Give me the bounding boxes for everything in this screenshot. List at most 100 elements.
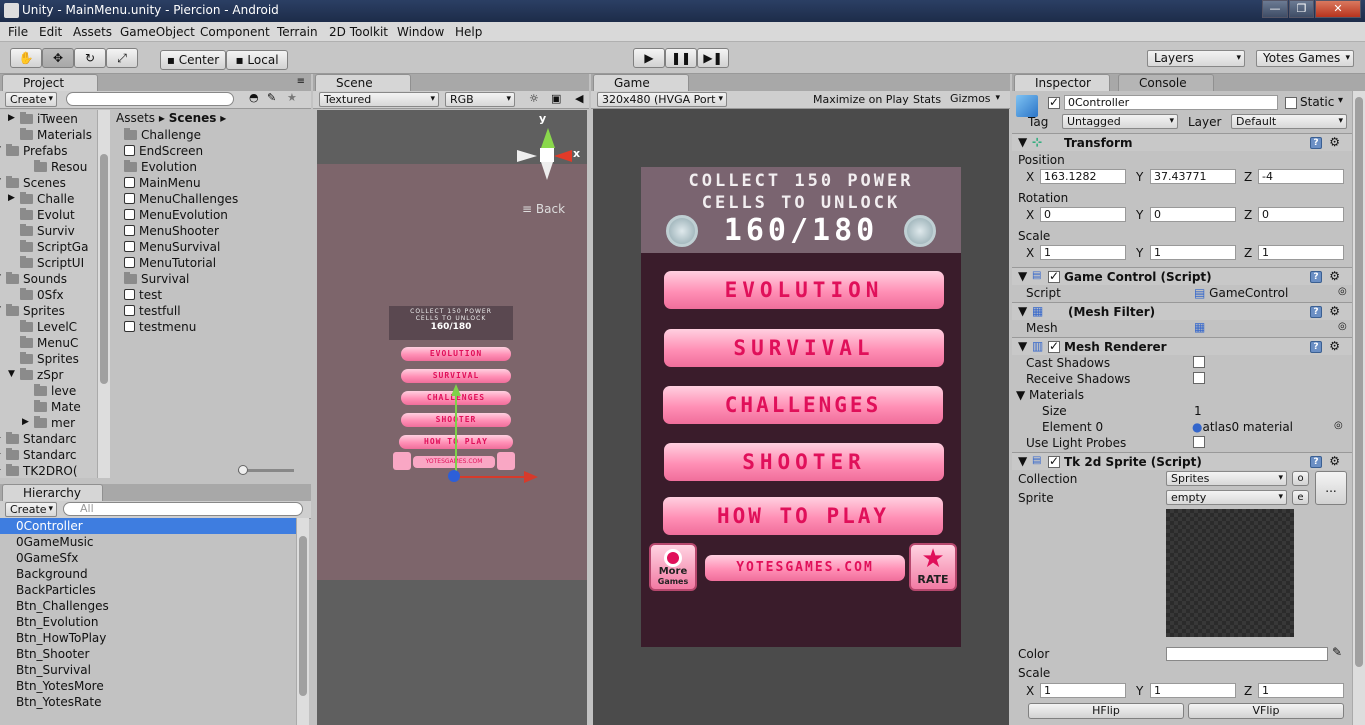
foldout-arrow-icon[interactable]: ▼: [0, 177, 1, 187]
project-folder-item[interactable]: MenuC: [20, 336, 78, 350]
collection-o-button[interactable]: o: [1292, 471, 1309, 486]
hierarchy-item[interactable]: 0GameSfx: [0, 550, 296, 566]
scene-move-z-handle[interactable]: [448, 470, 460, 482]
vflip-button[interactable]: VFlip: [1188, 703, 1344, 719]
object-picker-icon[interactable]: ◎: [1338, 286, 1347, 297]
layers-dropdown[interactable]: Layers: [1147, 50, 1245, 67]
help-icon[interactable]: ?: [1310, 341, 1322, 353]
project-folder-item[interactable]: leve: [34, 384, 76, 398]
vector-field-x[interactable]: 0: [1040, 207, 1126, 222]
how-to-play-button[interactable]: HOW TO PLAY: [663, 497, 943, 535]
active-checkbox[interactable]: [1048, 95, 1060, 109]
scene-gizmo-x-arrow[interactable]: [554, 150, 572, 162]
hierarchy-item[interactable]: Btn_HowToPlay: [0, 630, 296, 646]
maximize-on-play-toggle[interactable]: Maximize on Play: [813, 93, 909, 106]
static-checkbox[interactable]: [1285, 97, 1297, 109]
scene-move-y-handle[interactable]: [455, 392, 457, 476]
project-folder-item[interactable]: Evolut: [20, 208, 75, 222]
shooter-button[interactable]: SHOOTER: [664, 443, 944, 481]
move-tool-icon[interactable]: ✥: [42, 48, 74, 68]
project-file-item[interactable]: MainMenu: [124, 176, 201, 190]
sprite-browse-button[interactable]: ...: [1315, 471, 1347, 505]
vector-field-z[interactable]: 1: [1258, 245, 1344, 260]
stats-toggle[interactable]: Stats: [913, 93, 941, 106]
project-create-dropdown[interactable]: Create: [5, 92, 57, 107]
object-picker-icon[interactable]: ◎: [1334, 420, 1343, 431]
tab-scene[interactable]: Scene: [315, 74, 411, 91]
render-mode-dropdown[interactable]: RGB: [445, 92, 515, 107]
tab-console[interactable]: Console: [1118, 74, 1214, 91]
light-probes-checkbox[interactable]: [1193, 436, 1205, 448]
project-file-item[interactable]: Survival: [124, 272, 189, 286]
mesh-renderer-enabled-checkbox[interactable]: [1048, 339, 1060, 353]
help-icon[interactable]: ?: [1310, 137, 1322, 149]
maximize-button[interactable]: ❐: [1289, 0, 1314, 18]
scene-viewport[interactable]: y x ≡ Back COLLECT 150 POWER CELLS TO UN…: [317, 110, 587, 725]
project-folder-item[interactable]: ScriptUI: [20, 256, 84, 270]
pivot-center-button[interactable]: ▪ Center: [160, 50, 226, 70]
inspector-scrollbar[interactable]: [1352, 91, 1365, 725]
project-folder-item[interactable]: Materials: [20, 128, 92, 142]
project-folder-item[interactable]: Mate: [34, 400, 81, 414]
rotate-tool-icon[interactable]: ↻: [74, 48, 106, 68]
scene-gizmo-y-arrow[interactable]: [541, 128, 555, 148]
project-file-item[interactable]: MenuTutorial: [124, 256, 216, 270]
hand-tool-icon[interactable]: ✋: [10, 48, 42, 68]
hflip-button[interactable]: HFlip: [1028, 703, 1184, 719]
survival-button[interactable]: SURVIVAL: [664, 329, 944, 367]
scene-gizmo-neg-x[interactable]: [517, 150, 537, 162]
scene-gizmo-center[interactable]: [540, 148, 554, 162]
panel-menu-icon[interactable]: ≡: [297, 76, 305, 87]
project-file-item[interactable]: MenuSurvival: [124, 240, 220, 254]
cast-shadows-checkbox[interactable]: [1193, 356, 1205, 368]
vector-field-z[interactable]: 0: [1258, 207, 1344, 222]
hierarchy-item[interactable]: Background: [0, 566, 296, 582]
gear-icon[interactable]: ⚙: [1329, 304, 1340, 318]
hierarchy-item[interactable]: Btn_YotesMore: [0, 678, 296, 694]
scale-tool-icon[interactable]: ⤢: [106, 48, 138, 68]
icon-size-slider[interactable]: [238, 465, 294, 475]
foldout-arrow-icon[interactable]: ▼: [0, 305, 1, 315]
vector-field-y[interactable]: 1: [1150, 245, 1236, 260]
project-tree-scrollbar[interactable]: [97, 110, 110, 478]
pivot-local-button[interactable]: ▪ Local: [226, 50, 288, 70]
project-file-item[interactable]: MenuShooter: [124, 224, 219, 238]
tab-game[interactable]: Game: [593, 74, 689, 91]
help-icon[interactable]: ?: [1310, 271, 1322, 283]
project-folder-item[interactable]: 0Sfx: [20, 288, 64, 302]
breadcrumb-scenes[interactable]: Scenes: [169, 111, 217, 125]
help-icon[interactable]: ?: [1310, 456, 1322, 468]
yotesgames-site-button[interactable]: YOTESGAMES.COM: [705, 555, 905, 581]
vector-field-z[interactable]: -4: [1258, 169, 1344, 184]
project-folder-item[interactable]: ▶ iTween: [8, 112, 78, 126]
vector-field-x[interactable]: 1: [1040, 245, 1126, 260]
help-icon[interactable]: ?: [1310, 306, 1322, 318]
project-file-item[interactable]: testmenu: [124, 320, 196, 334]
more-games-button[interactable]: More Games: [649, 543, 697, 591]
menu-terrain[interactable]: Terrain: [277, 25, 318, 39]
collection-dropdown[interactable]: Sprites: [1166, 471, 1287, 486]
gameobject-name-input[interactable]: 0Controller: [1064, 95, 1278, 110]
project-search-input[interactable]: [66, 92, 234, 106]
scene-gizmo-neg-y[interactable]: [541, 162, 553, 180]
element-0-field[interactable]: ●atlas0 material: [1192, 420, 1293, 434]
project-folder-item[interactable]: ▼ Sounds: [0, 272, 67, 286]
static-dropdown-icon[interactable]: ▾: [1338, 95, 1343, 106]
scene-move-y-arrow[interactable]: [451, 384, 461, 396]
tab-hierarchy[interactable]: Hierarchy: [2, 484, 103, 501]
materials-size-value[interactable]: 1: [1194, 404, 1202, 418]
eyedropper-icon[interactable]: ✎: [1332, 645, 1342, 659]
foldout-arrow-icon[interactable]: ▶: [0, 465, 1, 475]
foldout-arrow-icon[interactable]: ▶: [8, 193, 15, 203]
tag-dropdown[interactable]: Untagged: [1062, 114, 1178, 129]
vector-field-z[interactable]: 1: [1258, 683, 1344, 698]
scene-move-x-arrow[interactable]: [524, 471, 538, 483]
hierarchy-item[interactable]: 0Controller: [0, 518, 296, 534]
project-folder-item[interactable]: ▶ Standarc: [0, 432, 77, 446]
project-file-item[interactable]: Evolution: [124, 160, 197, 174]
filter-label-icon[interactable]: ✎: [267, 91, 276, 104]
aspect-dropdown[interactable]: 320x480 (HVGA Port: [597, 92, 727, 107]
mesh-renderer-header[interactable]: ▼ ▥ Mesh Renderer ? ⚙: [1012, 337, 1352, 355]
vector-field-y[interactable]: 1: [1150, 683, 1236, 698]
hierarchy-create-dropdown[interactable]: Create: [5, 502, 57, 517]
